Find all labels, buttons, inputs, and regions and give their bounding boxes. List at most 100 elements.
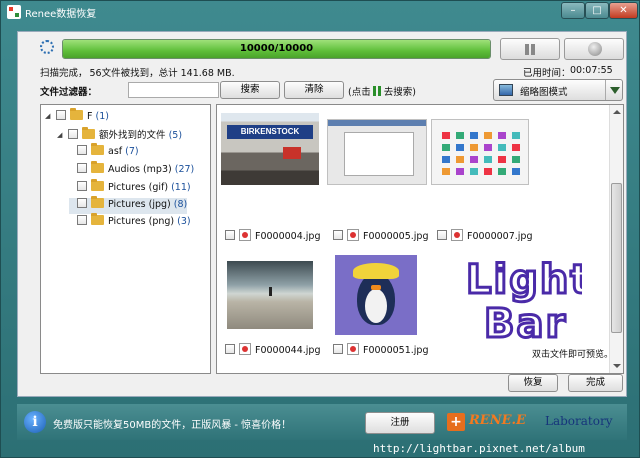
desktop-icon xyxy=(442,168,450,175)
app-window: Renee数据恢复 – □ ✕ 10000/10000 扫描完成， 56文件被找到… xyxy=(0,0,640,458)
minimize-button[interactable]: – xyxy=(561,2,585,19)
desktop-icon xyxy=(484,168,492,175)
desktop-icon xyxy=(512,168,520,175)
folder-icon xyxy=(91,143,104,155)
scan-status: 扫描完成， 56文件被找到，总计 141.68 MB. xyxy=(40,65,237,79)
thumbnail-scrollbar[interactable] xyxy=(609,105,623,373)
thumbnail-image[interactable] xyxy=(431,119,529,185)
folder-icon xyxy=(91,161,104,173)
tree-item-label: Pictures (png) xyxy=(108,216,178,227)
view-mode-label: 缩略图模式 xyxy=(520,87,568,98)
clear-button[interactable]: 清除 xyxy=(284,81,344,99)
file-checkbox[interactable] xyxy=(437,230,447,240)
tree-checkbox[interactable] xyxy=(77,181,87,191)
close-button[interactable]: ✕ xyxy=(609,2,638,19)
pause-hint-icon xyxy=(373,86,382,96)
free-version-message: 免费版只能恢复50MB的文件，正版风暴 - 惊喜价格！ xyxy=(53,420,292,431)
penguin-beak xyxy=(371,285,381,290)
desktop-icon xyxy=(512,144,520,151)
tree-checkbox[interactable] xyxy=(77,163,87,173)
desktop-icon xyxy=(442,144,450,151)
filter-input[interactable] xyxy=(128,82,219,98)
desktop-icon xyxy=(512,132,520,139)
finish-button[interactable]: 完成 xyxy=(568,374,623,392)
thumbnail-icon xyxy=(499,84,513,96)
hint-prefix: (点击 xyxy=(348,87,371,98)
file-name: F0000007.jpg xyxy=(467,231,533,242)
desktop-icon xyxy=(484,144,492,151)
pause-button[interactable] xyxy=(500,38,560,60)
tree-item-label: asf xyxy=(108,146,126,157)
elapsed-label: 已用时间： xyxy=(523,68,571,79)
tree-item-count: (1) xyxy=(95,111,109,122)
brand-logo-icon: + xyxy=(447,413,465,431)
thumbnail-caption[interactable]: F0000044.jpg xyxy=(225,343,321,356)
image-file-icon xyxy=(347,343,359,355)
file-checkbox[interactable] xyxy=(225,230,235,240)
scan-progress-bar: 10000/10000 xyxy=(62,39,491,59)
register-button[interactable]: 注册 xyxy=(365,412,435,434)
tree-item[interactable]: Audios (mp3) (27) xyxy=(69,161,195,179)
thumbnail-image[interactable] xyxy=(227,261,313,329)
maximize-button[interactable]: □ xyxy=(585,2,609,19)
thumbnail-image[interactable]: BIRKENSTOCK xyxy=(221,113,319,185)
expand-icon[interactable]: ◢ xyxy=(57,131,65,139)
file-name: F0000044.jpg xyxy=(255,345,321,356)
thumbnail-caption[interactable]: F0000051.jpg xyxy=(333,343,429,356)
thumbnail-image[interactable]: Light Bar xyxy=(462,255,582,351)
file-name: F0000005.jpg xyxy=(363,231,429,242)
tree-item[interactable]: ◢ 额外找到的文件 (5) xyxy=(57,127,182,143)
folder-icon xyxy=(91,196,104,208)
tree-checkbox[interactable] xyxy=(56,110,67,120)
thumbnail-image[interactable] xyxy=(327,119,427,185)
desktop-icon xyxy=(470,168,478,175)
desktop-icon xyxy=(484,156,492,163)
person-silhouette xyxy=(269,287,272,296)
scroll-thumb[interactable] xyxy=(611,183,622,333)
tree-checkbox[interactable] xyxy=(77,198,87,208)
info-icon: i xyxy=(24,411,46,433)
desktop-icon xyxy=(498,168,506,175)
tree-item[interactable]: Pictures (png) (3) xyxy=(69,213,191,231)
thumbnail-grid: BIRKENSTOCK F0000004.jpg F0000005.jpg F0000… xyxy=(216,104,624,374)
search-hint: (点击 去搜索) xyxy=(348,84,416,98)
tree-item-label: Audios (mp3) xyxy=(108,164,175,175)
footer-bar: i 免费版只能恢复50MB的文件，正版风暴 - 惊喜价格！ 注册 + RENE.… xyxy=(17,404,627,440)
scroll-down-icon[interactable] xyxy=(610,359,623,373)
tree-item-count: (27) xyxy=(174,164,195,175)
thumbnail-image[interactable] xyxy=(335,255,417,335)
desktop-icon xyxy=(456,144,464,151)
image-file-icon xyxy=(239,343,251,355)
watermark-url: http://lightbar.pixnet.net/album xyxy=(373,442,585,455)
tree-item[interactable]: ◢ F (1) xyxy=(45,108,109,126)
tree-item[interactable]: Pictures (jpg) (8) xyxy=(69,196,188,214)
desktop-icon xyxy=(470,144,478,151)
thumbnail-caption[interactable]: F0000004.jpg xyxy=(225,229,321,242)
tree-item[interactable]: asf (7) xyxy=(69,143,139,161)
desktop-icon xyxy=(442,156,450,163)
tree-checkbox[interactable] xyxy=(68,129,79,139)
chevron-down-icon[interactable] xyxy=(605,80,622,100)
tree-item-count: (8) xyxy=(173,199,188,210)
desktop-icon xyxy=(456,168,464,175)
folder-icon xyxy=(91,179,104,191)
title-bar[interactable]: Renee数据恢复 – □ ✕ xyxy=(1,1,640,23)
thumbnail-caption[interactable]: F0000005.jpg xyxy=(333,229,429,242)
restore-button[interactable]: 恢复 xyxy=(508,374,558,392)
search-button[interactable]: 搜索 xyxy=(220,81,280,99)
tree-checkbox[interactable] xyxy=(77,215,87,225)
tree-checkbox[interactable] xyxy=(77,145,87,155)
thumbnail-caption[interactable]: F0000007.jpg xyxy=(437,229,533,242)
tree-item-label: Pictures (jpg) xyxy=(108,199,174,210)
file-checkbox[interactable] xyxy=(225,344,235,354)
tree-item[interactable]: Pictures (gif) (11) xyxy=(69,179,191,197)
file-checkbox[interactable] xyxy=(333,230,343,240)
app-logo-icon xyxy=(7,5,21,19)
expand-icon[interactable]: ◢ xyxy=(45,112,53,120)
window-content xyxy=(344,132,414,176)
view-mode-select[interactable]: 缩略图模式 xyxy=(493,79,623,101)
scroll-up-icon[interactable] xyxy=(610,105,623,119)
desktop-icon xyxy=(498,144,506,151)
stop-button[interactable] xyxy=(564,38,624,60)
file-checkbox[interactable] xyxy=(333,344,343,354)
